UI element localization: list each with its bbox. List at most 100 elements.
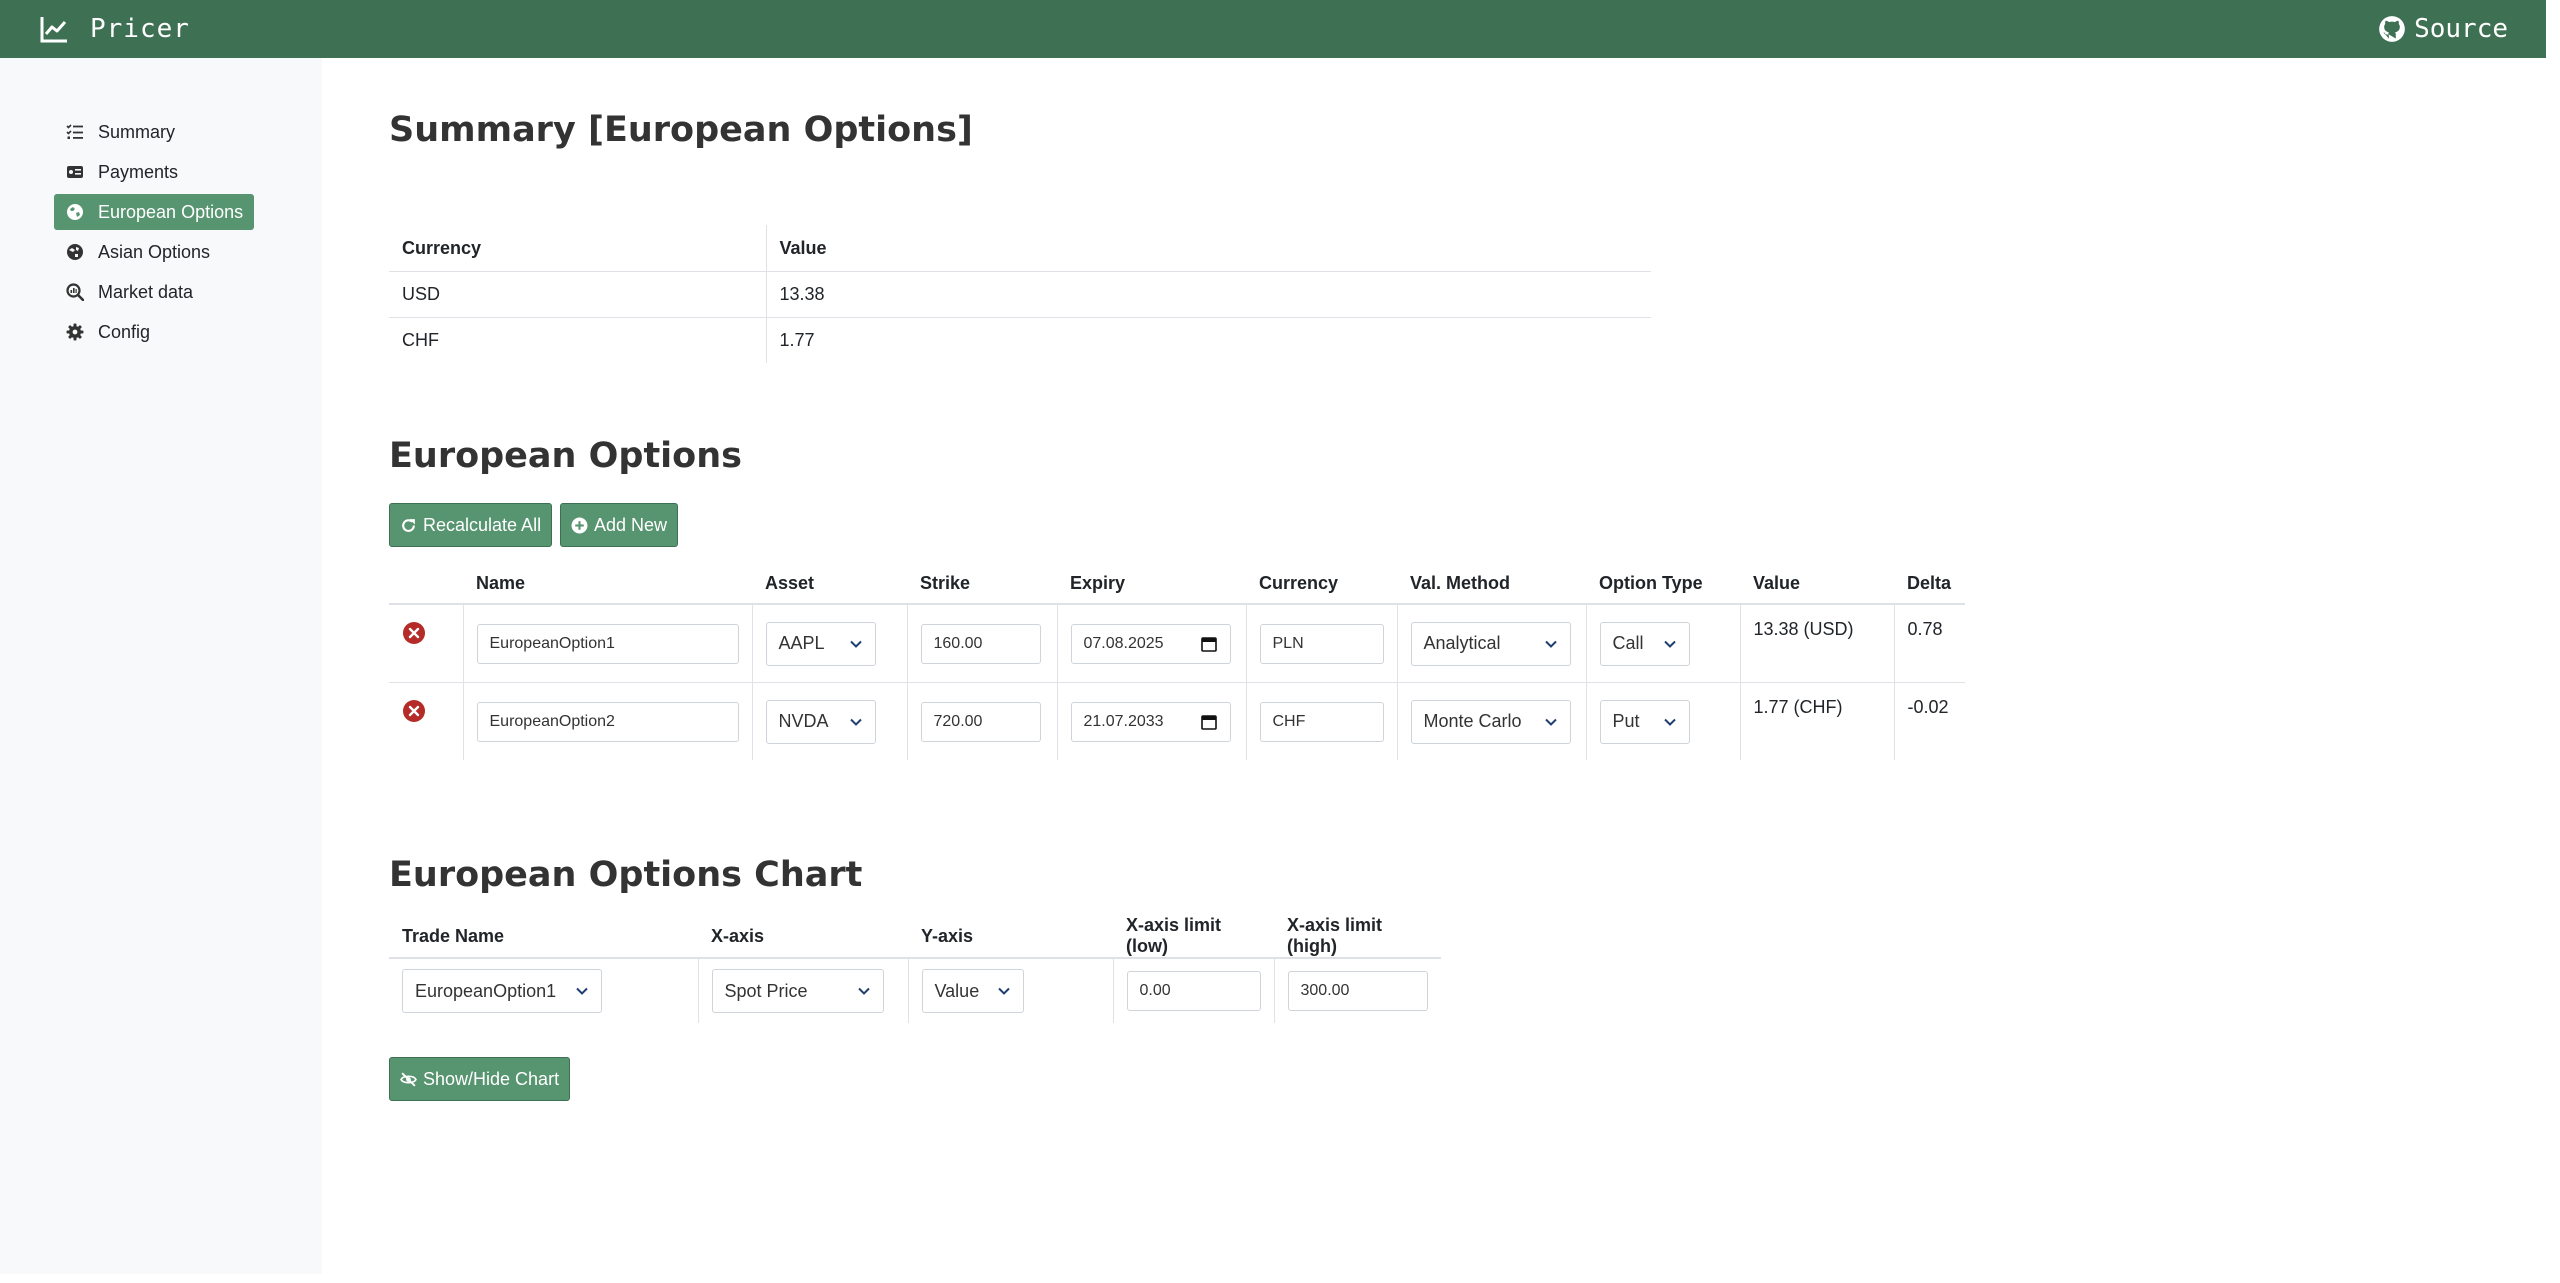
strike-input[interactable]: 720.00 xyxy=(920,701,1041,742)
column-header: Trade Name xyxy=(389,915,698,959)
valuation-method-select[interactable]: Analytical xyxy=(1410,621,1571,666)
currency-input[interactable]: PLN xyxy=(1259,623,1384,664)
sidebar-item-market-data[interactable]: Market data xyxy=(54,274,254,310)
column-header: Option Type xyxy=(1586,563,1740,605)
column-header: Value xyxy=(1740,563,1894,605)
option-type-select[interactable]: Call xyxy=(1599,621,1690,666)
strike-input[interactable]: 160.00 xyxy=(920,623,1041,664)
table-row: CHF 1.77 xyxy=(389,317,1651,363)
plus-circle-icon xyxy=(571,517,588,533)
currency-input[interactable]: CHF xyxy=(1259,701,1384,742)
option-type-value: Call xyxy=(1612,633,1644,653)
source-link[interactable]: Source xyxy=(2378,0,2508,58)
method-value: Monte Carlo xyxy=(1423,711,1522,731)
line-chart-icon xyxy=(40,17,67,43)
chart-title: European Options Chart xyxy=(389,855,863,895)
delete-circle-icon[interactable] xyxy=(402,699,426,723)
column-header: Asset xyxy=(752,563,907,605)
sidebar-item-label: Market data xyxy=(98,281,194,302)
delete-cell xyxy=(389,683,463,761)
table-header-row: Trade Name X-axis Y-axis X-axis limit (l… xyxy=(389,915,1441,959)
option-type-cell: Call xyxy=(1585,604,1740,683)
strike-cell: 160.00 xyxy=(906,604,1057,683)
column-header: Value xyxy=(765,225,1651,272)
add-new-button[interactable]: Add New xyxy=(560,503,679,547)
table-row: EuropeanOption2 NVDA 720.00 21.07.2033 C… xyxy=(389,682,1965,761)
trade-name-select[interactable]: EuropeanOption1 xyxy=(402,969,602,1013)
currency-cell: CHF xyxy=(1245,682,1397,760)
sidebar-item-label: Payments xyxy=(98,161,179,182)
column-header: X-axis xyxy=(698,915,908,959)
method-cell: Analytical xyxy=(1396,604,1586,683)
delta-cell: 0.78 xyxy=(1893,604,1965,683)
strike-value: 160.00 xyxy=(933,634,983,652)
name-input[interactable]: EuropeanOption2 xyxy=(476,701,739,742)
x-axis-cell: Spot Price xyxy=(697,958,908,1023)
sidebar-item-european-options[interactable]: European Options xyxy=(54,194,254,230)
recalculate-all-button[interactable]: Recalculate All xyxy=(389,503,553,547)
summary-title: Summary [European Options] xyxy=(389,110,973,150)
column-header: X-axis limit (high) xyxy=(1274,915,1441,959)
sidebar-nav: Summary Payments European Options Asian … xyxy=(54,114,254,354)
column-header: Currency xyxy=(1246,563,1397,605)
valuation-method-select[interactable]: Monte Carlo xyxy=(1410,699,1571,744)
table-row: EuropeanOption1 Spot Price Value 0.00 30… xyxy=(389,958,1441,1023)
chevron-down-icon xyxy=(997,987,1010,995)
show-hide-chart-label: Show/Hide Chart xyxy=(423,1068,560,1089)
x-axis-low-input[interactable]: 0.00 xyxy=(1126,971,1261,1011)
calendar-icon[interactable] xyxy=(1200,635,1218,653)
column-header: Currency xyxy=(389,225,766,272)
source-label: Source xyxy=(2414,14,2508,44)
expiry-date-input[interactable]: 07.08.2025 xyxy=(1070,623,1231,664)
asset-select[interactable]: NVDA xyxy=(765,699,876,744)
x-axis-high-input[interactable]: 300.00 xyxy=(1287,971,1428,1011)
column-header: Delta xyxy=(1894,563,1965,605)
column-header: Y-axis xyxy=(908,915,1113,959)
value-cell: 13.38 (USD) xyxy=(1739,604,1894,683)
expiry-value: 21.07.2033 xyxy=(1083,712,1164,730)
sidebar-item-asian-options[interactable]: Asian Options xyxy=(54,234,254,270)
column-header-delete xyxy=(389,563,463,605)
delete-cell xyxy=(389,604,463,683)
trade-name-cell: EuropeanOption1 xyxy=(389,958,698,1023)
delete-circle-icon[interactable] xyxy=(402,621,426,645)
y-axis-cell: Value xyxy=(907,958,1113,1023)
sidebar-item-payments[interactable]: Payments xyxy=(54,154,254,190)
x-axis-select[interactable]: Spot Price xyxy=(711,969,884,1013)
expiry-cell: 07.08.2025 xyxy=(1056,604,1246,683)
delta-cell: -0.02 xyxy=(1893,682,1965,760)
magnifier-chart-icon xyxy=(66,283,84,301)
gear-icon xyxy=(66,323,84,341)
sidebar-item-config[interactable]: Config xyxy=(54,314,254,350)
list-check-icon xyxy=(66,124,83,139)
sidebar-item-summary[interactable]: Summary xyxy=(54,114,254,150)
option-type-select[interactable]: Put xyxy=(1599,699,1690,744)
brand[interactable]: Pricer xyxy=(38,0,190,58)
show-hide-chart-button[interactable]: Show/Hide Chart xyxy=(389,1057,571,1101)
table-row: EuropeanOption1 AAPL 160.00 07.08.2025 P… xyxy=(389,604,1965,683)
eye-slash-icon xyxy=(400,1071,417,1087)
footer-gap xyxy=(0,1274,2546,1283)
expiry-value: 07.08.2025 xyxy=(1083,634,1164,652)
y-axis-select[interactable]: Value xyxy=(921,969,1024,1013)
name-value: EuropeanOption1 xyxy=(489,634,615,652)
x-axis-value: Spot Price xyxy=(724,980,808,1001)
value-cell: 1.77 xyxy=(765,317,1651,363)
currency-cell: USD xyxy=(389,271,766,318)
name-cell: EuropeanOption1 xyxy=(462,604,752,683)
expiry-date-input[interactable]: 21.07.2033 xyxy=(1070,701,1231,742)
asset-cell: AAPL xyxy=(751,604,907,683)
column-header: Strike xyxy=(907,563,1057,605)
recalculate-all-label: Recalculate All xyxy=(423,514,542,535)
european-options-table: Name Asset Strike Expiry Currency Val. M… xyxy=(389,563,1965,760)
sidebar-item-label: European Options xyxy=(98,201,244,222)
method-value: Analytical xyxy=(1423,633,1501,653)
name-input[interactable]: EuropeanOption1 xyxy=(476,623,739,664)
y-axis-value: Value xyxy=(934,980,980,1001)
calendar-icon[interactable] xyxy=(1200,713,1218,731)
asset-select[interactable]: AAPL xyxy=(765,621,876,666)
currency-cell: CHF xyxy=(402,330,439,350)
option-type-value: Put xyxy=(1612,711,1640,731)
chevron-down-icon xyxy=(576,987,588,995)
sidebar-item-label: Asian Options xyxy=(98,241,211,262)
